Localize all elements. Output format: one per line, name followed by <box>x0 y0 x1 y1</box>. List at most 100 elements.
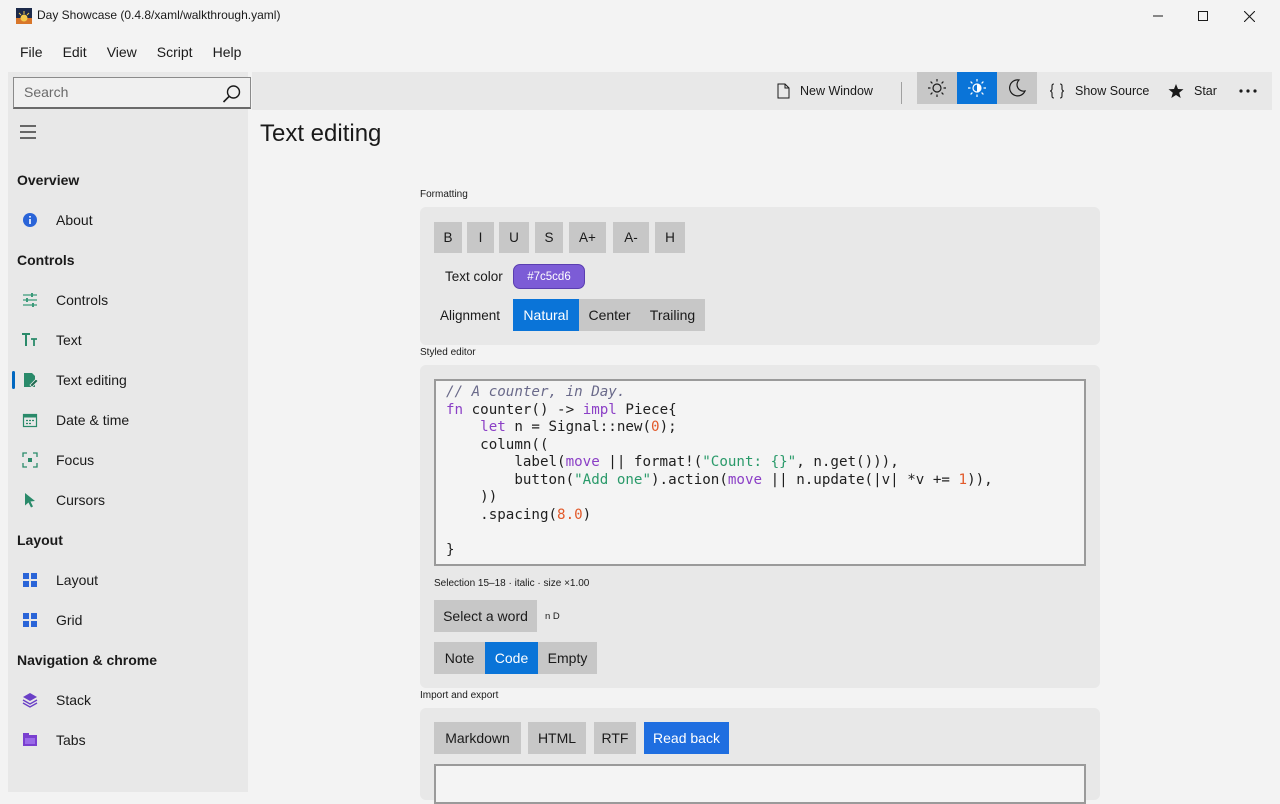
sidebar-item-cursors[interactable]: Cursors <box>8 482 248 518</box>
star-icon <box>1168 84 1184 98</box>
sidebar-item-label: Cursors <box>56 492 106 508</box>
close-button[interactable] <box>1226 0 1272 32</box>
bold-button[interactable]: B <box>434 222 462 253</box>
cursor-icon <box>21 491 39 509</box>
calendar-icon <box>21 411 39 429</box>
sidebar-item-text[interactable]: Text <box>8 322 248 358</box>
star-label: Star <box>1194 84 1217 98</box>
minimize-icon <box>1153 15 1163 17</box>
app-logo-icon <box>16 8 32 24</box>
code-content[interactable]: // A counter, in Day. fn counter() -> im… <box>446 384 993 559</box>
sidebar-item-label: Stack <box>56 692 92 708</box>
code-line-8: .spacing(8.0) <box>446 506 592 523</box>
stack-icon <box>21 691 39 709</box>
menu-edit[interactable]: Edit <box>53 36 97 68</box>
sidebar: Overview About Controls Controls Text Te… <box>8 72 251 792</box>
text-color-label: Text color <box>445 269 503 284</box>
code-line-5: label(move || format!("Count: {}", n.get… <box>446 454 899 470</box>
sidebar-item-date-time[interactable]: Date & time <box>8 402 248 438</box>
read-back-button[interactable]: Read back <box>644 722 729 754</box>
info-icon <box>21 211 39 229</box>
italic-button[interactable]: I <box>467 222 494 253</box>
document-icon <box>777 83 790 99</box>
html-button[interactable]: HTML <box>528 722 586 754</box>
focus-icon <box>21 451 39 469</box>
formatting-label: Formatting <box>420 189 468 200</box>
menu-help[interactable]: Help <box>203 36 252 68</box>
menu-script[interactable]: Script <box>147 36 203 68</box>
sidebar-item-about[interactable]: About <box>8 202 248 238</box>
maximize-icon <box>1198 11 1208 21</box>
text-color-picker[interactable]: #7c5cd6 <box>513 264 585 289</box>
window-title: Day Showcase (0.4.8/xaml/walkthrough.yam… <box>37 8 281 22</box>
code-line: // A counter, in Day. <box>446 384 626 400</box>
select-word-button[interactable]: Select a word <box>434 600 537 632</box>
styled-editor-label: Styled editor <box>420 347 476 358</box>
code-line-6: button("Add one").action(move || n.updat… <box>446 471 993 488</box>
more-options-button[interactable] <box>1239 72 1267 110</box>
alignment-natural[interactable]: Natural <box>513 299 579 331</box>
decrease-size-button[interactable]: A- <box>613 222 649 253</box>
highlight-button[interactable]: H <box>655 222 685 253</box>
minimize-button[interactable] <box>1135 0 1181 32</box>
toolbar-divider <box>901 82 902 104</box>
new-window-button[interactable]: New Window <box>777 72 873 110</box>
underline-button[interactable]: U <box>499 222 529 253</box>
more-icon <box>1239 89 1257 93</box>
rtf-button[interactable]: RTF <box>594 722 636 754</box>
show-source-label: Show Source <box>1075 84 1150 98</box>
toolbar: New Window Show Source Star <box>252 72 1272 110</box>
sidebar-item-controls[interactable]: Controls <box>8 282 248 318</box>
light-theme-button[interactable] <box>917 72 957 104</box>
increase-size-button[interactable]: A+ <box>569 222 606 253</box>
alignment-trailing[interactable]: Trailing <box>640 299 705 331</box>
menu-view[interactable]: View <box>97 36 147 68</box>
mode-note[interactable]: Note <box>434 642 485 674</box>
maximize-button[interactable] <box>1180 0 1226 32</box>
search-icon[interactable] <box>222 84 242 104</box>
sidebar-item-layout[interactable]: Layout <box>8 562 248 598</box>
sidebar-item-label: About <box>56 212 93 228</box>
star-button[interactable]: Star <box>1168 72 1217 110</box>
sidebar-item-label: Text editing <box>56 372 127 388</box>
section-navigation-chrome: Navigation & chrome <box>17 652 158 668</box>
new-window-label: New Window <box>800 84 873 98</box>
sidebar-item-focus[interactable]: Focus <box>8 442 248 478</box>
moon-icon <box>1009 79 1027 97</box>
alignment-center[interactable]: Center <box>579 299 640 331</box>
sidebar-item-label: Text <box>56 332 82 348</box>
export-output-field[interactable] <box>434 764 1086 804</box>
hamburger-menu-icon[interactable] <box>18 122 38 142</box>
mode-empty[interactable]: Empty <box>538 642 597 674</box>
close-icon <box>1243 10 1255 22</box>
sliders-icon <box>21 291 39 309</box>
braces-icon <box>1049 83 1065 99</box>
contrast-sun-icon <box>968 79 986 97</box>
system-theme-button[interactable] <box>957 72 997 104</box>
menu-file[interactable]: File <box>0 36 53 68</box>
show-source-button[interactable]: Show Source <box>1049 72 1149 110</box>
code-line-10: } <box>446 541 455 558</box>
mode-code[interactable]: Code <box>485 642 538 674</box>
layout-icon <box>21 571 39 589</box>
search-input[interactable] <box>14 78 214 106</box>
markdown-button[interactable]: Markdown <box>434 722 521 754</box>
sidebar-item-label: Controls <box>56 292 109 308</box>
sun-icon <box>928 79 946 97</box>
code-line-4: column(( <box>446 436 549 453</box>
sidebar-item-label: Grid <box>56 612 83 628</box>
dark-theme-button[interactable] <box>997 72 1037 104</box>
sidebar-item-label: Layout <box>56 572 99 588</box>
sidebar-item-label: Focus <box>56 452 95 468</box>
selection-info: Selection 15–18 · italic · size ×1.00 <box>434 578 590 589</box>
section-layout: Layout <box>17 532 63 548</box>
sidebar-item-tabs[interactable]: Tabs <box>8 722 248 758</box>
section-controls: Controls <box>17 252 75 268</box>
grid-icon <box>21 611 39 629</box>
strikethrough-button[interactable]: S <box>535 222 563 253</box>
sidebar-item-text-editing[interactable]: Text editing <box>8 362 248 398</box>
page-title: Text editing <box>260 120 382 147</box>
sidebar-item-grid[interactable]: Grid <box>8 602 248 638</box>
sidebar-item-stack[interactable]: Stack <box>8 682 248 718</box>
alignment-label: Alignment <box>440 308 501 323</box>
